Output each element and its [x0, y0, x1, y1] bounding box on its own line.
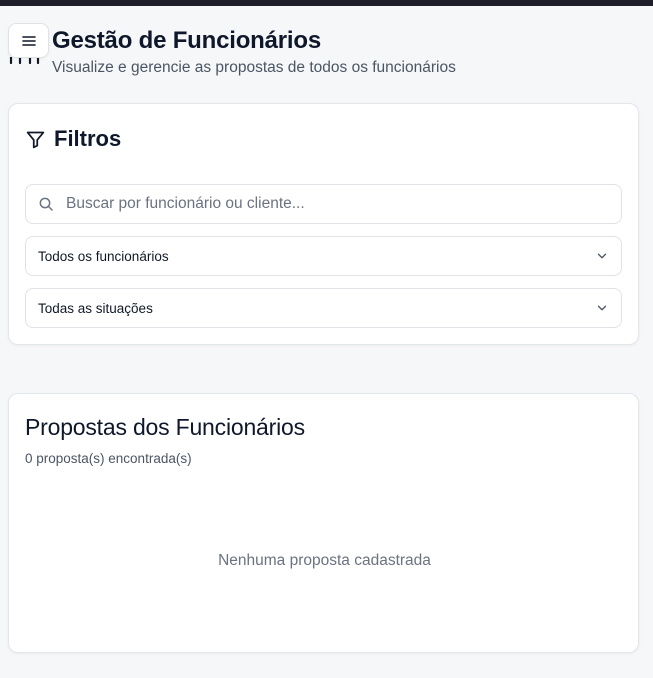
menu-toggle-button[interactable]: [8, 23, 49, 58]
page-subtitle: Visualize e gerencie as propostas de tod…: [52, 59, 456, 76]
hamburger-menu-icon: [21, 35, 36, 46]
search-input[interactable]: [66, 195, 586, 213]
status-select[interactable]: Todas as situações: [25, 288, 622, 328]
filter-icon: [26, 131, 45, 148]
employee-select-value: Todos os funcionários: [38, 248, 169, 264]
employee-select[interactable]: Todos os funcionários: [25, 236, 622, 276]
proposals-count: 0 proposta(s) encontrada(s): [25, 451, 192, 466]
empty-state-message: Nenhuma proposta cadastrada: [218, 552, 431, 569]
status-select-value: Todas as situações: [38, 300, 153, 316]
search-icon: [39, 197, 53, 211]
partially-hidden-icon: [9, 57, 40, 65]
proposals-title: Propostas dos Funcionários: [25, 414, 305, 440]
chevron-down-icon: [597, 305, 607, 311]
window-top-bar: [0, 0, 653, 6]
filters-title: Filtros: [54, 126, 122, 151]
page-title: Gestão de Funcionários: [52, 27, 321, 54]
proposals-card: Propostas dos Funcionários 0 proposta(s)…: [8, 393, 639, 653]
search-field[interactable]: [25, 184, 622, 224]
chevron-down-icon: [597, 253, 607, 259]
filters-header: Filtros: [25, 126, 121, 152]
filters-card: Filtros Todos os funcionários Todas as s…: [8, 103, 639, 345]
